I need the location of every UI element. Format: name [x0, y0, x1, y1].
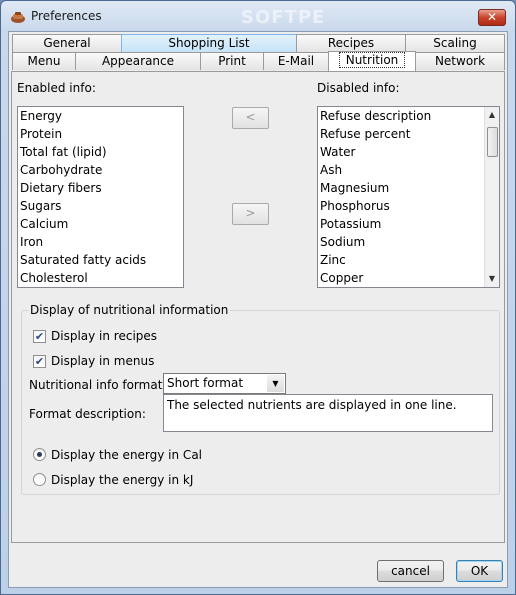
radio-selected-dot [37, 452, 42, 457]
tab-network[interactable]: Network [415, 52, 505, 70]
list-item[interactable]: Calcium [18, 215, 183, 233]
list-item[interactable]: Potassium [318, 215, 499, 233]
list-item[interactable]: Energy [18, 107, 183, 125]
tab-label: General [43, 36, 91, 50]
list-item[interactable]: Water [318, 143, 499, 161]
nutrition-panel: Enabled info: Disabled info: Energy Prot… [11, 71, 505, 543]
tab-e-mail[interactable]: E-Mail [263, 52, 329, 70]
scroll-up-icon[interactable]: ▲ [485, 107, 499, 123]
close-button[interactable]: ✕ [478, 9, 506, 26]
list-item[interactable]: Protein [18, 125, 183, 143]
tab-scaling[interactable]: Scaling [405, 34, 505, 52]
format-description-label: Format description: [29, 407, 146, 421]
group-title: Display of nutritional information [28, 303, 231, 317]
energy-kj-label[interactable]: Display the energy in kJ [51, 473, 193, 487]
tab-label: E-Mail [277, 54, 315, 68]
app-icon [11, 12, 25, 23]
list-item[interactable]: Cholesterol [18, 269, 183, 287]
format-label: Nutritional info format: [29, 378, 167, 392]
close-icon: ✕ [486, 10, 498, 24]
tab-label: Appearance [101, 54, 175, 68]
move-right-button[interactable]: > [232, 203, 269, 225]
cancel-button[interactable]: cancel [377, 560, 444, 582]
list-item[interactable]: Sodium [318, 233, 499, 251]
tab-label: Network [434, 54, 486, 68]
nutrition-display-group: Display of nutritional information ✔ Dis… [21, 303, 500, 495]
display-in-menus-checkbox[interactable]: ✔ [33, 355, 46, 368]
checkmark-icon: ✔ [34, 330, 45, 343]
list-item[interactable]: Sugars [18, 197, 183, 215]
tab-appearance[interactable]: Appearance [75, 52, 201, 70]
format-select[interactable]: Short format ▼ [163, 373, 286, 394]
disabled-list-scrollbar[interactable]: ▲ ▼ [484, 107, 499, 287]
list-item[interactable]: Magnesium [318, 179, 499, 197]
tab-label: Print [218, 54, 246, 68]
move-left-button[interactable]: < [232, 107, 269, 129]
title-bar[interactable]: Preferences ✕ [1, 1, 515, 31]
display-in-recipes-label[interactable]: Display in recipes [51, 329, 157, 343]
tab-menu[interactable]: Menu [12, 52, 76, 70]
list-item[interactable]: Phosphorus [318, 197, 499, 215]
tab-label: Scaling [433, 36, 477, 50]
window-title: Preferences [31, 9, 102, 23]
list-item[interactable]: Zinc [318, 251, 499, 269]
preferences-window: Preferences ✕ SOFTPE General Shopping Li… [0, 0, 516, 595]
format-description-box: The selected nutrients are displayed in … [163, 394, 493, 432]
list-item[interactable]: Total fat (lipid) [18, 143, 183, 161]
tab-general[interactable]: General [12, 34, 122, 52]
display-in-recipes-checkbox[interactable]: ✔ [33, 330, 46, 343]
tab-label: Recipes [327, 36, 375, 50]
format-description-text: The selected nutrients are displayed in … [167, 398, 457, 412]
disabled-info-label: Disabled info: [317, 81, 400, 95]
tab-label: Shopping List [168, 36, 250, 50]
list-item[interactable]: Refuse description [318, 107, 499, 125]
tab-label: Menu [27, 54, 61, 68]
tab-recipes[interactable]: Recipes [296, 34, 406, 52]
tab-print[interactable]: Print [200, 52, 264, 70]
energy-kj-radio[interactable] [33, 473, 46, 486]
chevron-down-icon[interactable]: ▼ [267, 375, 284, 392]
list-item[interactable]: Dietary fibers [18, 179, 183, 197]
scroll-thumb[interactable] [487, 127, 498, 157]
format-select-value: Short format [167, 376, 244, 390]
disabled-info-list[interactable]: Refuse description Refuse percent Water … [317, 106, 500, 288]
tab-shopping-list[interactable]: Shopping List [121, 34, 297, 52]
list-item[interactable]: Carbohydrate [18, 161, 183, 179]
ok-button[interactable]: OK [456, 560, 503, 582]
scroll-down-icon[interactable]: ▼ [485, 271, 499, 287]
energy-cal-radio[interactable] [33, 448, 46, 461]
tab-nutrition[interactable]: Nutrition [328, 51, 416, 71]
list-item[interactable]: Saturated fatty acids [18, 251, 183, 269]
enabled-info-list[interactable]: Energy Protein Total fat (lipid) Carbohy… [17, 106, 184, 288]
list-item[interactable]: Copper [318, 269, 499, 287]
energy-cal-label[interactable]: Display the energy in Cal [51, 448, 202, 462]
list-item[interactable]: Ash [318, 161, 499, 179]
list-item[interactable]: Refuse percent [318, 125, 499, 143]
checkmark-icon: ✔ [34, 355, 45, 368]
display-in-menus-label[interactable]: Display in menus [51, 354, 154, 368]
dialog-client-area: General Shopping List Recipes Scaling Me… [8, 31, 508, 588]
tab-label: Nutrition [338, 52, 406, 68]
enabled-info-label: Enabled info: [17, 81, 96, 95]
list-item[interactable]: Iron [18, 233, 183, 251]
